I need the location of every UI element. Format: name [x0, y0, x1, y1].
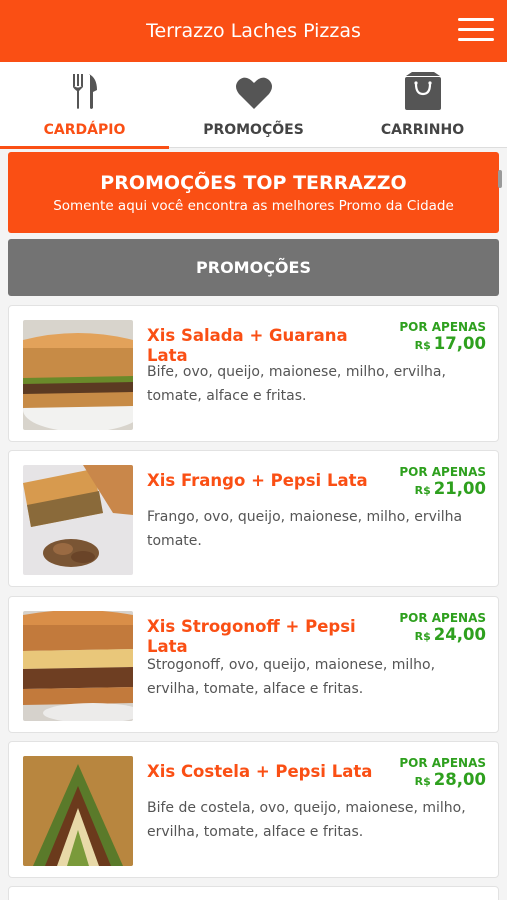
product-name: Xis Strogonoff + Pepsi Lata — [147, 617, 356, 656]
tab-promocoes[interactable]: PROMOÇÕES — [169, 62, 338, 148]
product-price: R$ 28,00 — [415, 770, 486, 789]
tab-cardapio[interactable]: CARDÁPIO — [0, 62, 169, 149]
price-label: POR APENAS — [399, 611, 486, 625]
product-name: Xis Costela + Pepsi Lata — [147, 762, 373, 781]
hamburger-menu-icon[interactable] — [456, 14, 496, 46]
promo-banner[interactable]: PROMOÇÕES TOP TERRAZZO Somente aqui você… — [8, 152, 499, 233]
banner-title: PROMOÇÕES TOP TERRAZZO — [100, 172, 407, 194]
product-price: R$ 17,00 — [415, 334, 486, 353]
price-label: POR APENAS — [399, 465, 486, 479]
product-price: R$ 21,00 — [415, 479, 486, 498]
heart-icon — [235, 76, 273, 115]
product-card[interactable]: Xis Frango + Pepsi Lata POR APENAS R$ 21,… — [8, 450, 499, 587]
tab-label: PROMOÇÕES — [203, 122, 304, 138]
currency: R$ — [414, 775, 431, 788]
price-label: POR APENAS — [399, 320, 486, 334]
tab-bar: CARDÁPIO PROMOÇÕES CARRINHO — [0, 62, 507, 149]
fork-knife-icon — [71, 72, 99, 115]
scrollbar[interactable] — [498, 170, 502, 188]
product-image — [23, 756, 133, 866]
banner-subtitle: Somente aqui você encontra as melhores P… — [53, 198, 454, 214]
product-description: Bife de costela, ovo, queijo, maionese, … — [147, 800, 466, 840]
product-image — [23, 465, 133, 575]
tab-label: CARRINHO — [380, 122, 465, 138]
product-description: Bife, ovo, queijo, maionese, milho, ervi… — [147, 364, 446, 404]
app-header: Terrazzo Laches Pizzas — [0, 0, 507, 62]
section-header[interactable]: PROMOÇÕES — [8, 239, 499, 296]
product-card[interactable]: Xis Salada + Guarana Lata POR APENAS R$ 1… — [8, 305, 499, 442]
product-description: Strogonoff, ovo, queijo, maionese, milho… — [147, 657, 436, 697]
price-label: POR APENAS — [399, 756, 486, 770]
product-description: Frango, ovo, queijo, maionese, milho, er… — [147, 509, 463, 549]
shopping-bag-icon — [404, 72, 442, 115]
price-value: 21,00 — [433, 479, 486, 498]
currency: R$ — [414, 484, 431, 497]
product-card[interactable] — [8, 886, 499, 900]
price-value: 17,00 — [433, 334, 486, 353]
product-image — [23, 320, 133, 430]
product-card[interactable]: Xis Costela + Pepsi Lata POR APENAS R$ 28… — [8, 741, 499, 878]
currency: R$ — [414, 630, 431, 643]
active-tab-indicator — [0, 146, 169, 149]
product-price: R$ 24,00 — [415, 625, 486, 644]
tab-carrinho[interactable]: CARRINHO — [338, 62, 507, 148]
product-name: Xis Frango + Pepsi Lata — [147, 471, 368, 490]
product-image — [23, 611, 133, 721]
product-card[interactable]: Xis Strogonoff + Pepsi Lata POR APENAS R… — [8, 596, 499, 733]
currency: R$ — [414, 339, 431, 352]
price-value: 28,00 — [433, 770, 486, 789]
app-title: Terrazzo Laches Pizzas — [146, 20, 361, 42]
tab-label: CARDÁPIO — [43, 122, 126, 138]
price-value: 24,00 — [433, 625, 486, 644]
